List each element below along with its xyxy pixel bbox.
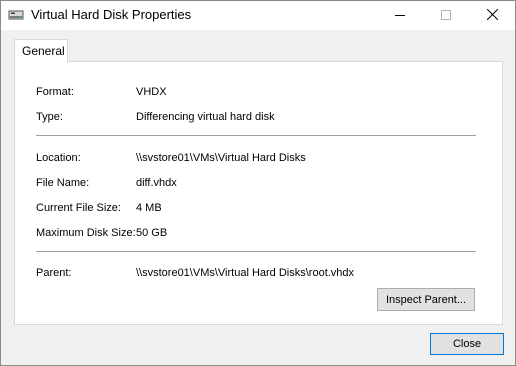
close-button[interactable]: Close xyxy=(430,333,504,355)
window-title: Virtual Hard Disk Properties xyxy=(31,7,192,22)
location-value: \\svstore01\VMs\Virtual Hard Disks xyxy=(136,152,306,164)
location-label: Location: xyxy=(36,152,81,164)
type-label: Type: xyxy=(36,111,63,123)
minimize-button[interactable] xyxy=(377,1,423,30)
title-bar[interactable]: Virtual Hard Disk Properties xyxy=(1,1,515,30)
file-name-value: diff.vhdx xyxy=(136,177,177,189)
current-file-size-value: 4 MB xyxy=(136,202,162,214)
parent-value: \\svstore01\VMs\Virtual Hard Disks\root.… xyxy=(136,267,355,279)
inspect-parent-button[interactable]: Inspect Parent... xyxy=(377,288,475,311)
properties-dialog: Virtual Hard Disk Properties General For… xyxy=(0,0,516,366)
maximize-icon xyxy=(441,7,451,25)
type-value: Differencing virtual hard disk xyxy=(136,111,275,123)
tab-general[interactable]: General xyxy=(14,39,68,63)
separator xyxy=(36,135,476,136)
maximum-disk-size-label: Maximum Disk Size: xyxy=(36,227,136,239)
general-panel: Format: VHDX Type: Differencing virtual … xyxy=(14,61,503,325)
maximize-button[interactable] xyxy=(423,1,469,30)
close-icon xyxy=(486,7,498,25)
parent-label: Parent: xyxy=(36,267,72,279)
disk-drive-icon xyxy=(8,7,24,23)
maximum-disk-size-value: 50 GB xyxy=(136,227,168,239)
file-name-label: File Name: xyxy=(36,177,90,189)
separator xyxy=(36,251,476,252)
format-label: Format: xyxy=(36,86,74,98)
minimize-icon xyxy=(395,7,405,25)
current-file-size-label: Current File Size: xyxy=(36,202,121,214)
format-value: VHDX xyxy=(136,86,167,98)
close-window-button[interactable] xyxy=(469,1,515,30)
tab-general-label: General xyxy=(22,44,65,58)
